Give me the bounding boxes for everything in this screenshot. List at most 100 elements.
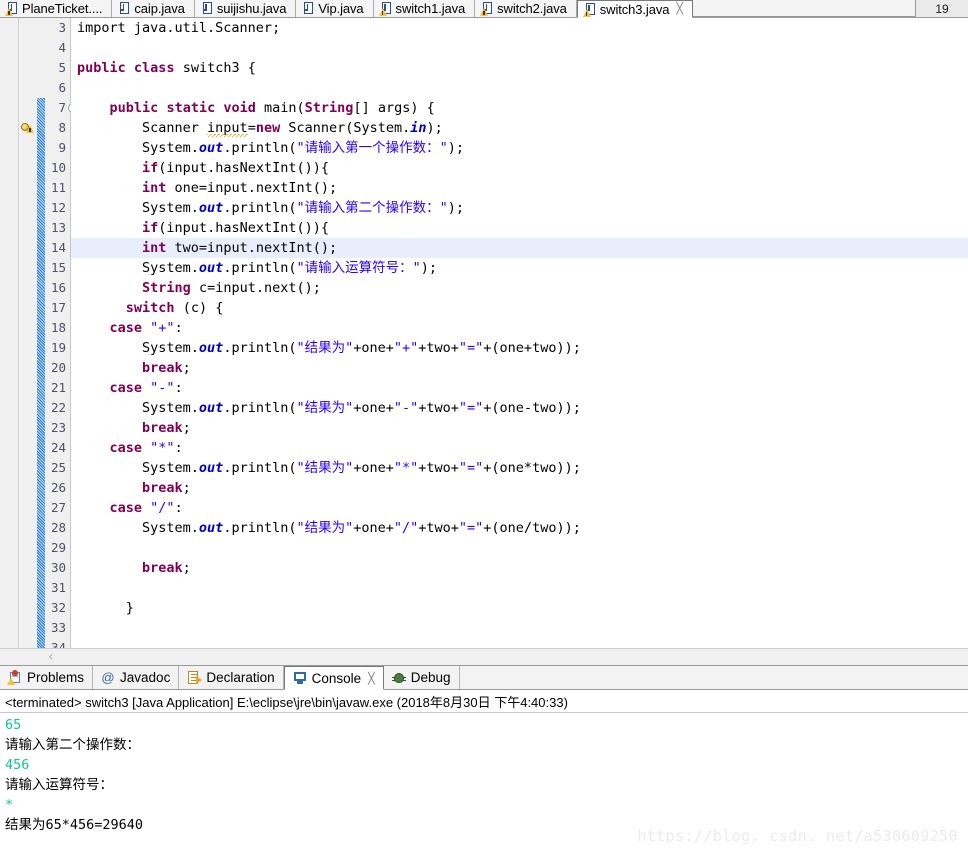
code-line[interactable]: int two=input.nextInt(); xyxy=(71,238,968,258)
console-input-line: 65 xyxy=(5,717,22,733)
java-file-icon xyxy=(303,2,314,15)
java-file-icon xyxy=(202,2,213,15)
line-number: 33 xyxy=(50,620,66,635)
editor-tab-switch2-java[interactable]: switch2.java xyxy=(475,0,577,17)
code-line[interactable]: System.out.println("请输入第二个操作数："); xyxy=(71,198,968,218)
code-line[interactable]: case "-": xyxy=(71,378,968,398)
code-line[interactable]: case "/": xyxy=(71,498,968,518)
editor-tab-bar: PlaneTicket.... caip.java suijishu.java Vip… xyxy=(0,0,968,18)
line-number: 19 xyxy=(50,340,66,355)
editor-tab-label: suijishu.java xyxy=(216,1,287,16)
console-icon xyxy=(293,671,307,685)
view-tab-label: Declaration xyxy=(206,670,275,685)
console-input-line: * xyxy=(5,797,14,813)
view-tab-debug[interactable]: Debug xyxy=(384,666,460,689)
code-line[interactable] xyxy=(71,618,968,638)
line-number: 31 xyxy=(50,580,66,595)
editor-change-bar xyxy=(37,18,45,648)
close-icon[interactable]: ╳ xyxy=(676,3,683,15)
editor-tab-vip-java[interactable]: Vip.java xyxy=(296,0,374,17)
editor-marker-column[interactable] xyxy=(19,18,37,648)
view-tab-declaration[interactable]: Declaration xyxy=(179,666,284,689)
editor-tab-overflow-counter[interactable]: 19 xyxy=(915,0,968,17)
line-number: 13 xyxy=(50,220,66,235)
code-line[interactable]: String c=input.next(); xyxy=(71,278,968,298)
editor-outer-gutter xyxy=(0,18,19,648)
editor-tab-planeticket[interactable]: PlaneTicket.... xyxy=(0,0,113,17)
code-line[interactable]: System.out.println("结果为"+one+"*"+two+"="… xyxy=(71,458,968,478)
code-line[interactable] xyxy=(71,538,968,558)
editor-tab-switch3-java[interactable]: switch3.java ╳ xyxy=(576,0,693,18)
java-file-warning-icon xyxy=(582,2,596,17)
line-number: 24 xyxy=(50,440,66,455)
view-tab-bar-spacer xyxy=(460,666,968,689)
code-line[interactable]: break; xyxy=(71,418,968,438)
editor-tab-suijishu-java[interactable]: suijishu.java xyxy=(194,0,297,17)
editor-tab-label: switch2.java xyxy=(497,1,567,16)
warning-marker-icon[interactable] xyxy=(21,121,36,136)
view-tab-javadoc[interactable]: @ Javadoc xyxy=(93,666,180,689)
view-tab-label: Javadoc xyxy=(120,670,171,685)
line-number: 7 xyxy=(45,98,78,118)
code-line[interactable]: break; xyxy=(71,558,968,578)
line-number: 15 xyxy=(50,260,66,275)
line-number: 26 xyxy=(50,480,66,495)
java-file-warning-icon xyxy=(480,2,493,16)
line-number: 32 xyxy=(50,600,66,615)
code-line[interactable] xyxy=(71,78,968,98)
code-line[interactable]: switch (c) { xyxy=(71,298,968,318)
view-tab-label: Debug xyxy=(410,670,451,685)
editor-tab-switch1-java[interactable]: switch1.java xyxy=(373,0,476,17)
view-tab-label: Problems xyxy=(27,670,85,685)
line-number: 23 xyxy=(50,420,66,435)
code-line[interactable]: public class switch3 { xyxy=(71,58,968,78)
view-tab-console[interactable]: Console ╳ xyxy=(283,666,384,690)
view-tab-problems[interactable]: Problems xyxy=(0,666,94,689)
console-input-line: 456 xyxy=(5,757,30,773)
view-tab-bar: Problems @ Javadoc Declaration Console ╳ Debug xyxy=(0,666,968,690)
line-number: 4 xyxy=(58,40,66,55)
line-number: 18 xyxy=(50,320,66,335)
editor-tab-caip-java[interactable]: caip.java xyxy=(112,0,195,17)
close-icon[interactable]: ╳ xyxy=(368,672,375,685)
code-line[interactable]: case "+": xyxy=(71,318,968,338)
code-line[interactable]: System.out.println("结果为"+one+"/"+two+"="… xyxy=(71,518,968,538)
code-line[interactable]: } xyxy=(71,598,968,618)
console-output-line: 请输入运算符号： xyxy=(5,777,113,793)
code-line[interactable]: break; xyxy=(71,358,968,378)
bottom-view-pane: Problems @ Javadoc Declaration Console ╳ Debug… xyxy=(0,665,968,847)
code-editor[interactable]: 3 4 5 6 7 8 9 10 11 12 13 14 15 16 17 18 19 20 21 22 23 24 25 2… xyxy=(0,18,968,648)
editor-horizontal-scrollbar[interactable]: ‹ xyxy=(0,648,968,665)
line-number: 8 xyxy=(58,120,66,135)
code-line[interactable] xyxy=(71,638,968,648)
code-line[interactable]: break; xyxy=(71,478,968,498)
code-line[interactable]: if(input.hasNextInt()){ xyxy=(71,158,968,178)
scroll-left-icon[interactable]: ‹ xyxy=(48,650,54,664)
line-number: 27 xyxy=(50,500,66,515)
editor-tab-label: PlaneTicket.... xyxy=(22,1,103,16)
line-number: 34 xyxy=(50,640,66,648)
code-line[interactable]: System.out.println("请输入运算符号："); xyxy=(71,258,968,278)
line-number: 9 xyxy=(58,140,66,155)
line-number: 14 xyxy=(50,240,66,255)
java-file-warning-icon xyxy=(378,2,392,16)
code-line[interactable]: System.out.println("结果为"+one+"+"+two+"="… xyxy=(71,338,968,358)
line-number: 30 xyxy=(50,560,66,575)
line-number: 10 xyxy=(50,160,66,175)
code-line[interactable]: import java.util.Scanner; xyxy=(71,18,968,38)
code-line[interactable]: public static void main(String[] args) { xyxy=(71,98,968,118)
code-line[interactable]: System.out.println("结果为"+one+"-"+two+"="… xyxy=(71,398,968,418)
editor-code-area[interactable]: import java.util.Scanner; public class s… xyxy=(71,18,968,648)
code-line[interactable] xyxy=(71,578,968,598)
line-number: 21 xyxy=(50,380,66,395)
code-line[interactable]: int one=input.nextInt(); xyxy=(71,178,968,198)
code-line[interactable]: System.out.println("请输入第一个操作数："); xyxy=(71,138,968,158)
view-tab-label: Console xyxy=(311,670,362,686)
code-line[interactable] xyxy=(71,38,968,58)
code-line[interactable]: Scanner input=new Scanner(System.in); xyxy=(71,118,968,138)
line-number: 25 xyxy=(50,460,66,475)
declaration-icon xyxy=(187,670,203,685)
code-line[interactable]: case "*": xyxy=(71,438,968,458)
javadoc-icon: @ xyxy=(101,669,115,685)
code-line[interactable]: if(input.hasNextInt()){ xyxy=(71,218,968,238)
